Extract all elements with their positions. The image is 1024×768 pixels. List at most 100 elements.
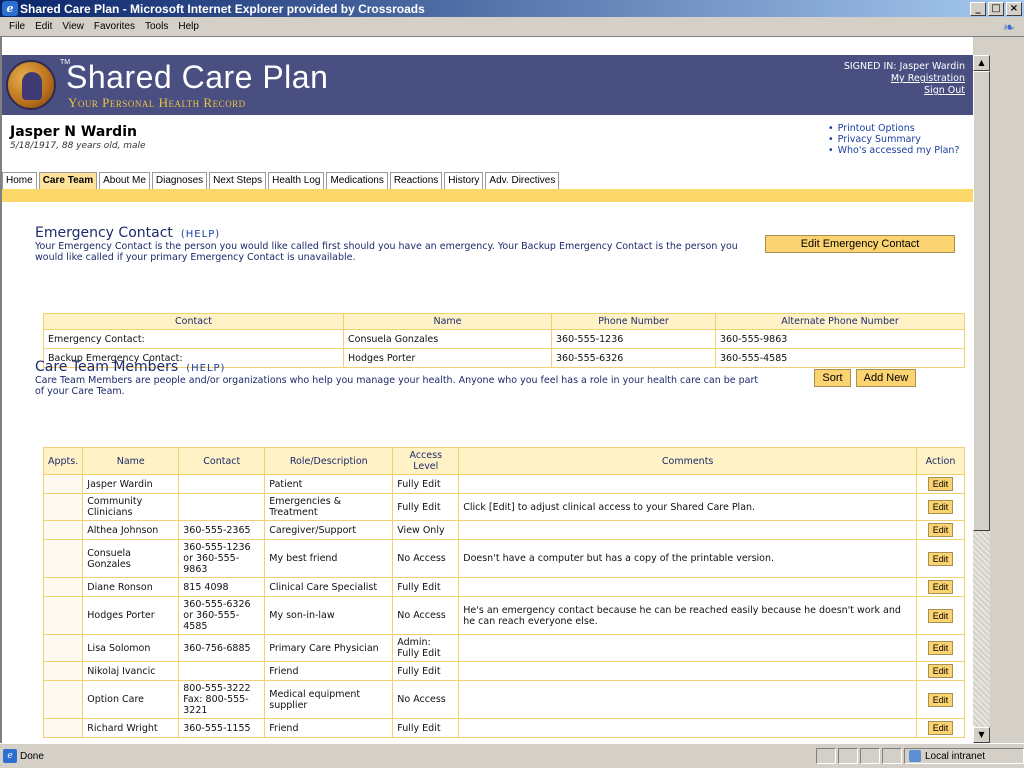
site-banner: TM Shared Care Plan Your Personal Health… [2,55,973,115]
table-cell: 360-555-9863 [715,329,965,349]
table-cell: Fully Edit [392,474,460,494]
tab-home[interactable]: Home [2,172,37,189]
printout-options-link[interactable]: Printout Options [828,123,959,134]
table-cell: Doesn't have a computer but has a copy o… [458,539,917,578]
status-text: Done [20,750,44,762]
tab-about-me[interactable]: About Me [99,172,150,189]
table-row: Option Care 800-555-3222 Fax: 800-555-322… [42,680,965,719]
table-cell: Nikolaj Ivancic [82,661,180,681]
table-cell [178,661,266,681]
tab-medications[interactable]: Medications [326,172,388,189]
table-cell: Admin: Fully Edit [392,634,460,662]
tab-reactions[interactable]: Reactions [389,172,443,189]
edit-member-button[interactable]: Edit [927,551,954,566]
action-cell: Edit [916,680,965,719]
action-cell: Edit [916,596,965,635]
table-cell [42,680,84,719]
column-header: Comments [458,447,917,475]
sign-out-link[interactable]: Sign Out [844,85,965,97]
tab-next-steps[interactable]: Next Steps [209,172,267,189]
table-cell: My son-in-law [264,596,394,635]
menu-edit[interactable]: Edit [30,20,57,33]
table-cell: Click [Edit] to adjust clinical access t… [458,493,917,521]
column-header: Appts. [42,447,84,475]
table-cell: Fully Edit [392,493,460,521]
table-cell [42,493,84,521]
tab-diagnoses[interactable]: Diagnoses [151,172,208,189]
table-cell: Medical equipment supplier [264,680,394,719]
window-frame-right [990,37,1024,743]
table-row: Community Clinicians Emergencies & Treatm… [42,493,965,521]
edit-member-button[interactable]: Edit [927,500,954,514]
table-row: Diane Ronson 815 4098 Clinical Care Specia… [42,577,965,597]
edit-member-button[interactable]: Edit [927,608,954,623]
close-button[interactable]: × [1006,1,1022,16]
tab-history[interactable]: History [444,172,484,189]
menu-view[interactable]: View [57,20,89,33]
table-cell: Diane Ronson [82,577,180,597]
my-registration-link[interactable]: My Registration [844,73,965,85]
table-cell: Community Clinicians [82,493,180,521]
tab-adv-directives[interactable]: Adv. Directives [485,172,560,189]
care-team-description: Care Team Members are people and/or orga… [35,375,759,397]
edit-member-button[interactable]: Edit [927,664,954,678]
menu-tools[interactable]: Tools [140,20,173,33]
whos-accessed-link[interactable]: Who's accessed my Plan? [828,145,960,156]
table-cell: 800-555-3222 Fax: 800-555-3221 [178,680,266,719]
edit-member-button[interactable]: Edit [927,523,954,537]
action-cell: Edit [916,718,965,738]
sort-button[interactable]: Sort [814,369,851,387]
scrollbar-thumb[interactable] [973,71,990,531]
minimize-button[interactable]: _ [970,1,986,16]
logo-icon [6,60,56,110]
table-row: Nikolaj Ivancic Friend Fully Edit Edit [42,661,965,681]
menu-file[interactable]: File [4,20,30,33]
patient-details: 5/18/1917, 88 years old, male [10,141,146,151]
menu-favorites[interactable]: Favorites [89,20,140,33]
status-pane [882,748,902,764]
table-cell: Fully Edit [392,718,460,738]
edit-member-button[interactable]: Edit [927,477,954,491]
table-cell: 360-555-1155 [178,718,266,738]
table-cell [458,680,917,719]
table-cell: Friend [264,718,394,738]
edit-member-button[interactable]: Edit [927,692,954,707]
table-cell: No Access [392,539,460,578]
maximize-button[interactable]: □ [988,1,1004,16]
table-cell: Primary Care Physician [264,634,394,662]
scroll-down-icon[interactable]: ▼ [973,727,990,743]
patient-name: Jasper N Wardin [10,124,137,140]
edit-member-button[interactable]: Edit [927,580,954,594]
tab-care-team[interactable]: Care Team [38,172,98,189]
action-cell: Edit [916,577,965,597]
vertical-scrollbar[interactable]: ▲ ▼ [973,55,990,743]
edit-member-button[interactable]: Edit [927,721,954,735]
table-cell [42,539,84,578]
action-cell: Edit [916,474,965,494]
table-cell [458,661,917,681]
emergency-contact-title: Emergency Contact [35,225,173,241]
table-cell: Emergency Contact: [43,329,344,349]
scroll-up-icon[interactable]: ▲ [973,55,990,71]
table-cell: 360-756-6885 [178,634,266,662]
table-cell: Patient [264,474,394,494]
table-cell: 360-555-1236 [551,329,716,349]
signin-panel: SIGNED IN: Jasper Wardin My Registration… [844,61,965,97]
privacy-summary-link[interactable]: Privacy Summary [828,134,959,145]
status-pane [816,748,836,764]
emergency-help-link[interactable]: (HELP) [181,229,220,240]
status-pane [860,748,880,764]
edit-member-button[interactable]: Edit [927,641,954,655]
add-new-button[interactable]: Add New [856,369,916,387]
table-cell [42,596,84,635]
table-cell: No Access [392,680,460,719]
table-cell: Emergencies & Treatment [264,493,394,521]
edit-emergency-contact-button[interactable]: Edit Emergency Contact [765,235,955,253]
care-team-title: Care Team Members [35,359,179,375]
menu-help[interactable]: Help [173,20,204,33]
table-row: Jasper Wardin Patient Fully Edit Edit [42,474,965,494]
care-team-help-link[interactable]: (HELP) [186,363,225,374]
tab-health-log[interactable]: Health Log [268,172,325,189]
action-cell: Edit [916,634,965,662]
column-header: Contact [43,313,344,330]
